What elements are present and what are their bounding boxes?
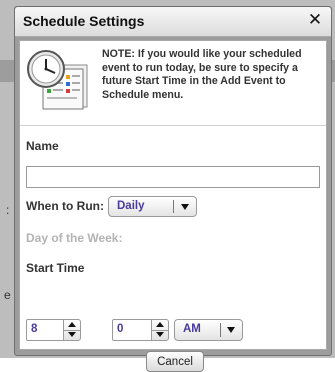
cancel-button[interactable]: Cancel bbox=[146, 351, 204, 372]
minute-decrement-icon[interactable] bbox=[152, 330, 168, 340]
name-label: Name bbox=[26, 139, 59, 153]
dialog-title: Schedule Settings bbox=[23, 13, 145, 29]
when-to-run-select[interactable]: Daily bbox=[108, 196, 197, 217]
hour-spinner[interactable] bbox=[63, 319, 81, 341]
minute-spinner[interactable] bbox=[151, 319, 169, 341]
hour-value: 8 bbox=[31, 323, 38, 335]
scheduling-note: NOTE: If you would like your scheduled e… bbox=[102, 48, 302, 101]
name-input[interactable] bbox=[26, 166, 320, 188]
hour-field[interactable]: 8 bbox=[26, 319, 64, 341]
minute-field[interactable]: 0 bbox=[112, 319, 152, 341]
select-divider bbox=[173, 200, 174, 213]
when-to-run-label: When to Run: bbox=[26, 199, 104, 213]
day-of-week-label: Day of the Week: bbox=[26, 231, 123, 245]
dialog-content: NOTE: If you would like your scheduled e… bbox=[19, 40, 327, 372]
backdrop-text-fragment: e bbox=[4, 288, 11, 302]
divider bbox=[20, 125, 326, 126]
chevron-down-icon bbox=[181, 204, 189, 210]
ampm-value: AM bbox=[183, 323, 201, 335]
minute-value: 0 bbox=[117, 323, 124, 335]
start-time-label: Start Time bbox=[26, 261, 85, 275]
note-area: NOTE: If you would like your scheduled e… bbox=[20, 41, 326, 121]
dialog-titlebar: Schedule Settings ✕ bbox=[15, 7, 331, 37]
select-divider bbox=[220, 323, 221, 337]
schedule-settings-dialog: Schedule Settings ✕ NOTE: If you would l… bbox=[14, 6, 332, 372]
chevron-down-icon bbox=[227, 327, 235, 333]
hour-decrement-icon[interactable] bbox=[64, 330, 80, 340]
ampm-select[interactable]: AM bbox=[174, 319, 243, 341]
close-icon[interactable]: ✕ bbox=[304, 9, 326, 31]
when-to-run-value: Daily bbox=[117, 200, 145, 212]
clock-calendar-icon bbox=[27, 50, 88, 110]
backdrop-text-fragment: : bbox=[6, 203, 10, 217]
